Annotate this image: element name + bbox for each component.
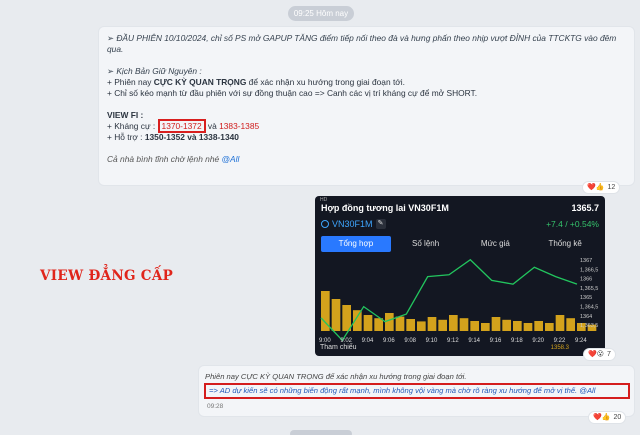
message-intro-cont: qua. bbox=[107, 44, 124, 54]
chart-change: +7.4 / +0.54% bbox=[546, 219, 599, 229]
volume-bar bbox=[491, 317, 501, 331]
view-dang-cap-label: VIEW ĐẲNG CẤP bbox=[40, 268, 174, 284]
tab-price-levels[interactable]: Mức giá bbox=[461, 236, 531, 252]
scenario-title: ➢ Kịch Bản Giữ Nguyên : bbox=[107, 66, 202, 76]
symbol-label: VN30F1M bbox=[332, 219, 373, 229]
chart-price: 1365.7 bbox=[571, 203, 599, 213]
x-tick-label: 9:12 bbox=[447, 338, 459, 344]
y-tick-label: 1366 bbox=[580, 277, 592, 283]
volume-bar bbox=[406, 319, 415, 331]
date-separator: 09:25 Hôm nay bbox=[288, 6, 354, 21]
clock-icon bbox=[321, 220, 329, 228]
x-tick-label: 9:14 bbox=[468, 338, 480, 344]
x-tick-label: 9:24 bbox=[575, 338, 587, 344]
y-tick-label: 1364 bbox=[580, 314, 592, 320]
y-tick-label: 1,365,5 bbox=[580, 286, 598, 292]
message-bubble-analysis[interactable]: ➢ ĐẦU PHIÊN 10/10/2024, chỉ số PS mở GAP… bbox=[98, 26, 635, 186]
message-bubble-reply[interactable]: Phiên nay CỰC KỲ QUAN TRỌNG để xác nhận … bbox=[198, 365, 635, 417]
y-tick-label: 1365 bbox=[580, 295, 592, 301]
tab-orders[interactable]: Số lệnh bbox=[391, 236, 461, 252]
reaction-badge-2[interactable]: ❤️😮 7 bbox=[583, 348, 616, 361]
reply-quote-1: Phiên nay CỰC KỲ QUAN TRỌNG để xác nhận … bbox=[205, 372, 467, 381]
x-tick-label: 9:20 bbox=[532, 338, 544, 344]
mention-all[interactable]: @All bbox=[222, 154, 240, 164]
x-tick-label: 9:08 bbox=[404, 338, 416, 344]
y-tick-label: 1,364,5 bbox=[580, 305, 598, 311]
scroll-indicator bbox=[290, 430, 352, 435]
reply-time: 09:28 bbox=[207, 403, 224, 410]
tab-statistics[interactable]: Thống kê bbox=[530, 236, 600, 252]
volume-bar bbox=[459, 318, 469, 331]
volume-bar bbox=[545, 323, 554, 331]
volume-bar bbox=[385, 313, 394, 331]
volume-bar bbox=[395, 316, 405, 331]
volume-bar bbox=[513, 321, 522, 331]
chart-title: Hợp đồng tương lai VN30F1M bbox=[321, 203, 449, 213]
support-line: + Hỗ trợ : 1350-1352 và 1338-1340 bbox=[107, 132, 239, 142]
volume-bar bbox=[374, 318, 383, 331]
volume-bar bbox=[566, 318, 575, 331]
volume-bar bbox=[502, 319, 511, 331]
volume-bar bbox=[523, 323, 533, 331]
chart-tabs: Tổng hợp Số lệnh Mức giá Thống kê bbox=[321, 236, 600, 252]
volume-bar bbox=[417, 321, 426, 331]
reaction-badge-3[interactable]: ❤️👍 20 bbox=[588, 411, 627, 424]
reference-label: Tham chiếu bbox=[320, 344, 357, 351]
resistance-highlight: 1370-1372 bbox=[157, 119, 206, 133]
volume-bar bbox=[363, 315, 373, 331]
x-tick-label: 9:22 bbox=[554, 338, 566, 344]
scenario-bullet-1: + Phiên nay CỰC KỲ QUAN TRỌNG để xác nhậ… bbox=[107, 77, 405, 87]
tab-overview[interactable]: Tổng hợp bbox=[321, 236, 391, 252]
scenario-bullet-2: + Chỉ số kéo mạnh từ đầu phiên với sự đồ… bbox=[107, 88, 478, 98]
volume-bar bbox=[481, 323, 490, 331]
reaction-badge-1[interactable]: ❤️👍 12 bbox=[582, 181, 621, 194]
edit-icon[interactable]: ✎ bbox=[375, 219, 386, 229]
y-tick-label: 1367 bbox=[580, 258, 592, 264]
message-intro: ➢ ĐẦU PHIÊN 10/10/2024, chỉ số PS mở GAP… bbox=[107, 33, 617, 43]
volume-bar bbox=[438, 319, 447, 331]
y-tick-label: 1,363,5 bbox=[580, 323, 598, 329]
reference-value: 1358.3 bbox=[550, 345, 569, 351]
x-tick-label: 9:16 bbox=[490, 338, 502, 344]
volume-bar bbox=[470, 321, 479, 331]
resistance-line: + Kháng cự : 1370-1372 và 1383-1385 bbox=[107, 119, 260, 133]
y-tick-label: 1,366,5 bbox=[580, 267, 598, 273]
volume-bar bbox=[449, 315, 458, 331]
symbol-row: VN30F1M ✎ bbox=[321, 219, 386, 229]
message-outro: Cả nhà bình tĩnh chờ lệnh nhé @All bbox=[107, 154, 240, 164]
volume-bar bbox=[534, 321, 543, 331]
x-tick-label: 9:18 bbox=[511, 338, 523, 344]
volume-bar bbox=[427, 317, 437, 331]
price-chart: 1367 1,366,5 1366 1,365,5 1365 1,364,5 1364 1,3… bbox=[319, 258, 598, 344]
x-tick-label: 9:10 bbox=[426, 338, 438, 344]
volume-bar bbox=[342, 305, 351, 331]
x-tick-label: 9:04 bbox=[362, 338, 374, 344]
x-tick-label: 9:06 bbox=[383, 338, 395, 344]
chart-image[interactable]: HD Hợp đồng tương lai VN30F1M 1365.7 VN3… bbox=[315, 196, 605, 356]
volume-bar bbox=[555, 315, 565, 331]
volume-bar bbox=[331, 299, 341, 331]
reply-quote-2: => AD dự kiến sẽ có những biến động rất … bbox=[204, 383, 630, 399]
